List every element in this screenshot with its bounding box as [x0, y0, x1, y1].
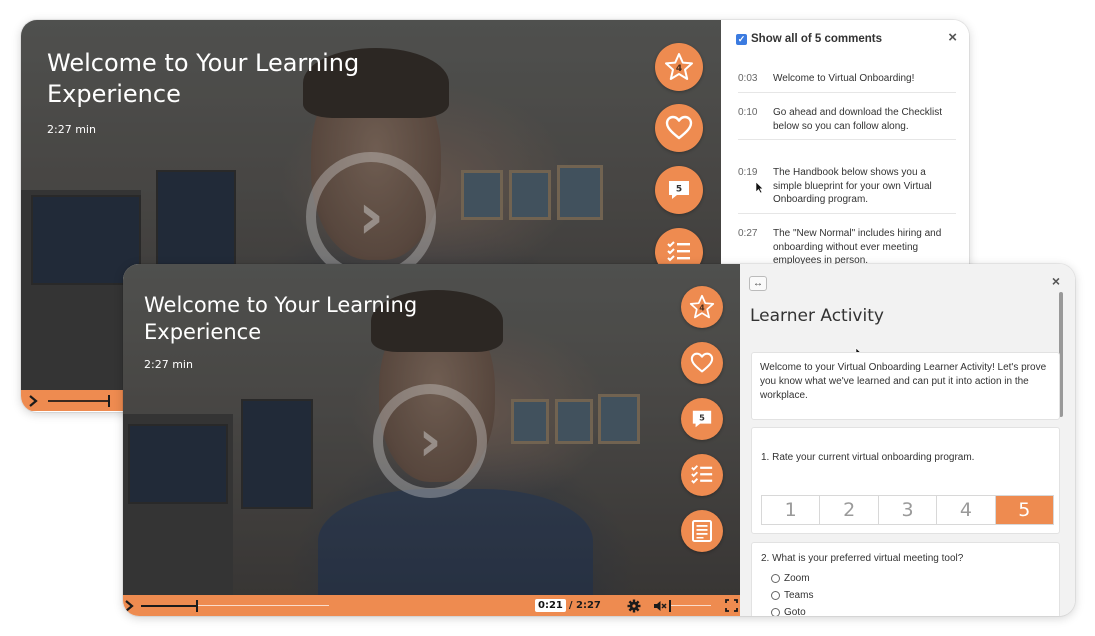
video-card-with-activity: › Welcome to Your Learning Experience 2:… [123, 264, 1075, 616]
play-button[interactable]: › [306, 152, 436, 282]
comment-item[interactable]: 0:10 Go ahead and download the Checklist… [738, 106, 956, 140]
comment-item[interactable]: 0:03 Welcome to Virtual Onboarding! [738, 72, 956, 93]
comment-text: The "New Normal" includes hiring and onb… [773, 228, 942, 266]
scrubber-remaining [198, 605, 329, 606]
rating-option-1[interactable]: 1 [762, 496, 821, 524]
play-icon: › [357, 180, 385, 254]
close-activity-button[interactable]: × [1052, 273, 1060, 289]
radio-option-teams[interactable]: Teams [771, 587, 1059, 604]
document-icon [692, 520, 712, 542]
scrubber[interactable] [141, 599, 329, 612]
activity-button[interactable] [681, 510, 723, 552]
rate-button[interactable]: 4 [681, 286, 723, 328]
star-icon: 4 [665, 53, 693, 80]
comment-item[interactable]: 0:19 The Handbook below shows you a simp… [738, 166, 956, 214]
checklist-icon [691, 465, 713, 484]
question-1-label: 1. Rate your current virtual onboarding … [761, 452, 975, 463]
comment-bubble-icon: 5 [669, 181, 689, 199]
fullscreen-icon[interactable] [724, 599, 738, 612]
radio-option-zoom[interactable]: Zoom [771, 570, 1059, 587]
video-title-line-2: Experience [144, 320, 262, 345]
comment-text: Go ahead and download the Checklist belo… [773, 107, 943, 132]
radio-option-goto[interactable]: Goto [771, 604, 1059, 616]
time-display: 0:21 / 2:27 [535, 599, 601, 612]
rating-option-2[interactable]: 2 [820, 496, 879, 524]
radio-circle-icon[interactable] [771, 591, 780, 600]
play-small-icon[interactable] [123, 599, 137, 613]
comment-time: 0:03 [738, 73, 758, 84]
comment-bubble-icon: 5 [692, 410, 712, 428]
comment-time: 0:10 [738, 107, 758, 118]
checklist-icon [667, 241, 690, 262]
scrubber[interactable] [48, 394, 110, 407]
rating-option-4[interactable]: 4 [937, 496, 996, 524]
scrubber-progress [141, 604, 196, 607]
like-button[interactable] [655, 104, 703, 152]
svg-text:4: 4 [699, 303, 705, 312]
question-2-box: 2. What is your preferred virtual meetin… [751, 542, 1060, 616]
expand-panel-button[interactable]: ↔ [749, 276, 767, 291]
rating-option-5-selected[interactable]: 5 [995, 496, 1054, 524]
comment-text: Welcome to Virtual Onboarding! [773, 73, 915, 84]
heart-icon [665, 115, 693, 140]
current-time: 0:21 [535, 599, 566, 612]
checklist-button[interactable] [681, 454, 723, 496]
radio-label: Goto [784, 607, 806, 616]
video-title: Welcome to Your Learning Experience [47, 48, 359, 110]
show-all-label: Show all of 5 comments [751, 33, 882, 45]
like-button[interactable] [681, 342, 723, 384]
svg-text:5: 5 [676, 185, 682, 195]
svg-text:5: 5 [699, 412, 705, 422]
checkbox-checked-icon[interactable]: ✓ [736, 33, 747, 45]
total-time: / 2:27 [568, 600, 601, 611]
learner-activity-panel: ↔ × Learner Activity Welcome to your Vir… [740, 264, 1075, 616]
question-1-box: 1. Rate your current virtual onboarding … [751, 427, 1060, 534]
close-comments-button[interactable]: × [948, 29, 957, 46]
rate-button[interactable]: 4 [655, 43, 703, 91]
radio-label: Zoom [784, 573, 810, 584]
video-title-line-1: Welcome to Your Learning [144, 293, 418, 317]
rating-option-3[interactable]: 3 [879, 496, 938, 524]
radio-label: Teams [784, 590, 814, 601]
show-all-comments-toggle[interactable]: ✓ Show all of 5 comments [736, 33, 882, 45]
scrubber-handle[interactable] [108, 394, 110, 407]
video-duration: 2:27 min [144, 358, 193, 371]
rating-scale: 1 2 3 4 5 [761, 495, 1054, 525]
video-duration: 2:27 min [47, 123, 96, 136]
heart-icon [690, 352, 714, 373]
svg-text:4: 4 [676, 64, 682, 74]
volume-track [670, 605, 711, 606]
activity-title: Learner Activity [750, 306, 884, 326]
radio-circle-icon[interactable] [771, 574, 780, 583]
video-title-line-1: Welcome to Your Learning [47, 49, 360, 77]
activity-intro-box: Welcome to your Virtual Onboarding Learn… [751, 352, 1060, 420]
video-player[interactable]: › Welcome to Your Learning Experience 2:… [123, 264, 740, 595]
comment-text: The Handbook below shows you a simple bl… [773, 167, 932, 205]
player-controls: 0:21 / 2:27 [123, 595, 740, 616]
play-icon: › [418, 408, 442, 474]
comment-time: 0:27 [738, 228, 758, 239]
play-button[interactable]: › [373, 384, 487, 498]
play-small-icon[interactable] [26, 394, 40, 408]
comments-button[interactable]: 5 [655, 166, 703, 214]
volume-slider[interactable] [668, 599, 711, 612]
star-icon: 4 [689, 294, 715, 319]
gear-icon[interactable] [627, 599, 641, 613]
video-title: Welcome to Your Learning Experience [144, 292, 417, 347]
radio-circle-icon[interactable] [771, 608, 780, 616]
comments-button[interactable]: 5 [681, 398, 723, 440]
mute-icon[interactable] [653, 600, 667, 612]
video-title-line-2: Experience [47, 80, 181, 109]
mouse-cursor-icon [755, 181, 764, 194]
activity-intro-text: Welcome to your Virtual Onboarding Learn… [760, 362, 1047, 401]
question-2-label: 2. What is your preferred virtual meetin… [761, 553, 964, 564]
